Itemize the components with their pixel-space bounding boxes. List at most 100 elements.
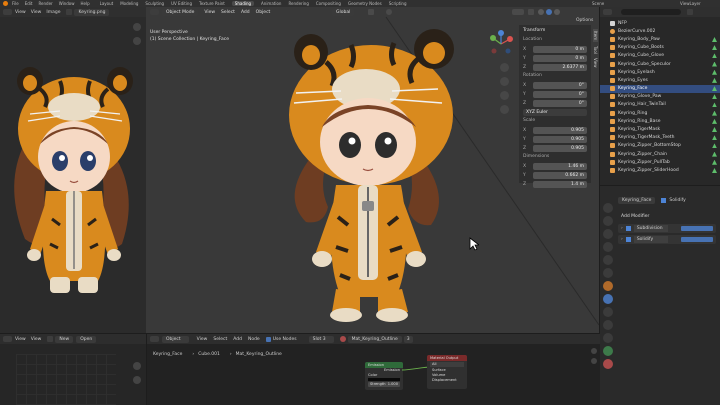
node-target-dropdown[interactable]: All [430, 362, 464, 367]
outliner-item[interactable]: Keyring_TigerMask [610, 125, 720, 133]
tab-geometry-nodes[interactable]: Geometry Nodes [348, 1, 382, 6]
output-icon[interactable] [603, 229, 613, 239]
modifier-name-field[interactable]: Solidify [633, 236, 668, 243]
open-button[interactable]: Open [76, 335, 97, 343]
menu-image[interactable]: Image [46, 10, 60, 15]
tab-texture-paint[interactable]: Texture Paint [199, 1, 225, 6]
scene-selector[interactable]: Scene [592, 1, 604, 6]
material-icon[interactable] [603, 359, 613, 369]
outliner-item[interactable]: NFP [610, 19, 720, 27]
location-z-field[interactable]: 2.6377 m [533, 63, 587, 71]
scene-icon[interactable] [603, 255, 613, 265]
outliner-item[interactable]: Keyring_Cube_Boots [610, 44, 720, 52]
outliner-item[interactable]: Keyring_Ring_Base [610, 117, 720, 125]
menu-view[interactable]: View [197, 337, 208, 342]
editor-type-icon[interactable] [150, 336, 159, 342]
menu-file[interactable]: File [12, 1, 19, 6]
menu-edit[interactable]: Edit [25, 1, 33, 6]
menu-node[interactable]: Node [248, 337, 260, 342]
tool-icon[interactable] [603, 203, 613, 213]
menu-window[interactable]: Window [59, 1, 75, 6]
image-browse-icon[interactable] [47, 336, 54, 342]
data-icon[interactable] [603, 346, 613, 356]
material-name-field[interactable]: Mat_Keyring_Outline [347, 335, 402, 343]
outliner-item[interactable]: Keyring_Cube_Glove [610, 52, 720, 60]
expand-arrow-icon[interactable]: › [621, 237, 623, 242]
tab-scripting[interactable]: Scripting [389, 1, 407, 6]
modifier-subdivision[interactable]: › Subdivision [618, 224, 716, 233]
physics-icon[interactable] [603, 320, 613, 330]
tab-layout[interactable]: Layout [100, 1, 114, 6]
outliner-item-selected[interactable]: Keyring_Face [600, 84, 720, 93]
outliner-item[interactable]: Keyring_Zipper_PullTab [610, 158, 720, 166]
node-strength-field[interactable]: Strength 1.000 [368, 382, 400, 387]
tab-shading[interactable]: Shading [231, 1, 255, 6]
panel-title[interactable]: Transform [523, 27, 587, 35]
dimensions-x-field[interactable]: 1.46 m [533, 162, 587, 170]
new-button[interactable]: New [55, 335, 74, 343]
zoom-icon[interactable] [133, 362, 141, 370]
outliner-item[interactable]: Keyring_Zipper_BottomStop [610, 142, 720, 150]
options-button[interactable]: Options [576, 18, 593, 23]
hand-icon[interactable] [133, 376, 141, 384]
emission-node[interactable]: Emission Emission Color Strength 1.000 [365, 362, 403, 390]
shader-type-dropdown[interactable]: Object [162, 335, 189, 343]
outliner-item[interactable]: Keyring_Zipper_Chain [610, 150, 720, 158]
location-x-field[interactable]: 0 m [533, 45, 587, 53]
tab-animation[interactable]: Animation [261, 1, 281, 6]
slot-dropdown[interactable]: Slot 3 [308, 335, 334, 343]
menu-view-1[interactable]: View [15, 337, 26, 342]
node-color-swatch[interactable] [368, 378, 400, 381]
render-icon[interactable] [603, 216, 613, 226]
menu-help[interactable]: Help [80, 1, 89, 6]
tab-view[interactable]: View [593, 58, 598, 68]
outliner-item[interactable]: Keyring_Ring [610, 109, 720, 117]
rotation-x-field[interactable]: 0° [533, 81, 587, 89]
particles-icon[interactable] [603, 307, 613, 317]
scale-y-field[interactable]: 0.905 [533, 135, 587, 143]
outliner-item[interactable]: Keyring_Eyelash [610, 68, 720, 76]
material-output-node[interactable]: Material Output All Surface Volume Displ… [427, 355, 467, 389]
rotation-y-field[interactable]: 0° [533, 90, 587, 98]
rotation-mode-dropdown[interactable]: XYZ Euler [523, 108, 587, 116]
viewport[interactable]: Object Mode View Select Add Object Globa… [146, 7, 599, 333]
modifier-name-field[interactable]: Subdivision [633, 225, 668, 232]
material-users-count[interactable]: 3 [403, 335, 413, 343]
add-modifier-button[interactable]: Add Modifier [618, 212, 716, 221]
outliner-item[interactable]: Keyring_Hair_TwinTail [610, 101, 720, 109]
tab-compositing[interactable]: Compositing [316, 1, 341, 6]
object-icon[interactable] [603, 281, 613, 291]
hand-icon[interactable] [591, 358, 597, 364]
menu-render[interactable]: Render [38, 1, 52, 6]
world-icon[interactable] [603, 268, 613, 278]
modifier-solidify[interactable]: › Solidify [618, 235, 716, 244]
use-nodes-checkbox[interactable] [265, 336, 271, 342]
menu-view-2[interactable]: View [31, 10, 42, 15]
modifier-wrench-icon[interactable] [603, 294, 613, 304]
object-name-field[interactable]: Keyring_Face [618, 197, 656, 204]
rotation-z-field[interactable]: 0° [533, 99, 587, 107]
node-editor[interactable]: Object View Select Add Node Use Nodes Sl… [147, 334, 600, 405]
toggle-icons[interactable] [681, 237, 713, 242]
outliner-item[interactable]: Keyring_TigerMask_Teeth [610, 134, 720, 142]
view-layer-icon[interactable] [603, 242, 613, 252]
tab-modeling[interactable]: Modeling [120, 1, 138, 6]
menu-view-2[interactable]: View [31, 337, 42, 342]
outliner-item[interactable]: Keyring_Eyes [610, 76, 720, 84]
editor-type-icon[interactable] [3, 336, 12, 342]
dimensions-y-field[interactable]: 0.662 m [533, 171, 587, 179]
dimensions-z-field[interactable]: 1.4 m [533, 180, 587, 188]
search-input[interactable] [621, 9, 681, 15]
image-name-field[interactable]: Keyring.png [74, 8, 110, 16]
blender-logo-icon[interactable] [3, 1, 8, 6]
outliner-item[interactable]: Keyring_Body_Paw [610, 35, 720, 43]
constraints-icon[interactable] [603, 333, 613, 343]
tab-rendering[interactable]: Rendering [288, 1, 308, 6]
outliner-item[interactable]: Keyring_Glove_Paw [610, 93, 720, 101]
scale-x-field[interactable]: 0.905 [533, 126, 587, 134]
material-browse-icon[interactable] [339, 336, 346, 342]
expand-arrow-icon[interactable]: › [621, 226, 623, 231]
outliner-item[interactable]: Keyring_Cube_Speculor [610, 60, 720, 68]
image-browse-icon[interactable] [66, 9, 73, 15]
tab-tool[interactable]: Tool [593, 46, 598, 54]
